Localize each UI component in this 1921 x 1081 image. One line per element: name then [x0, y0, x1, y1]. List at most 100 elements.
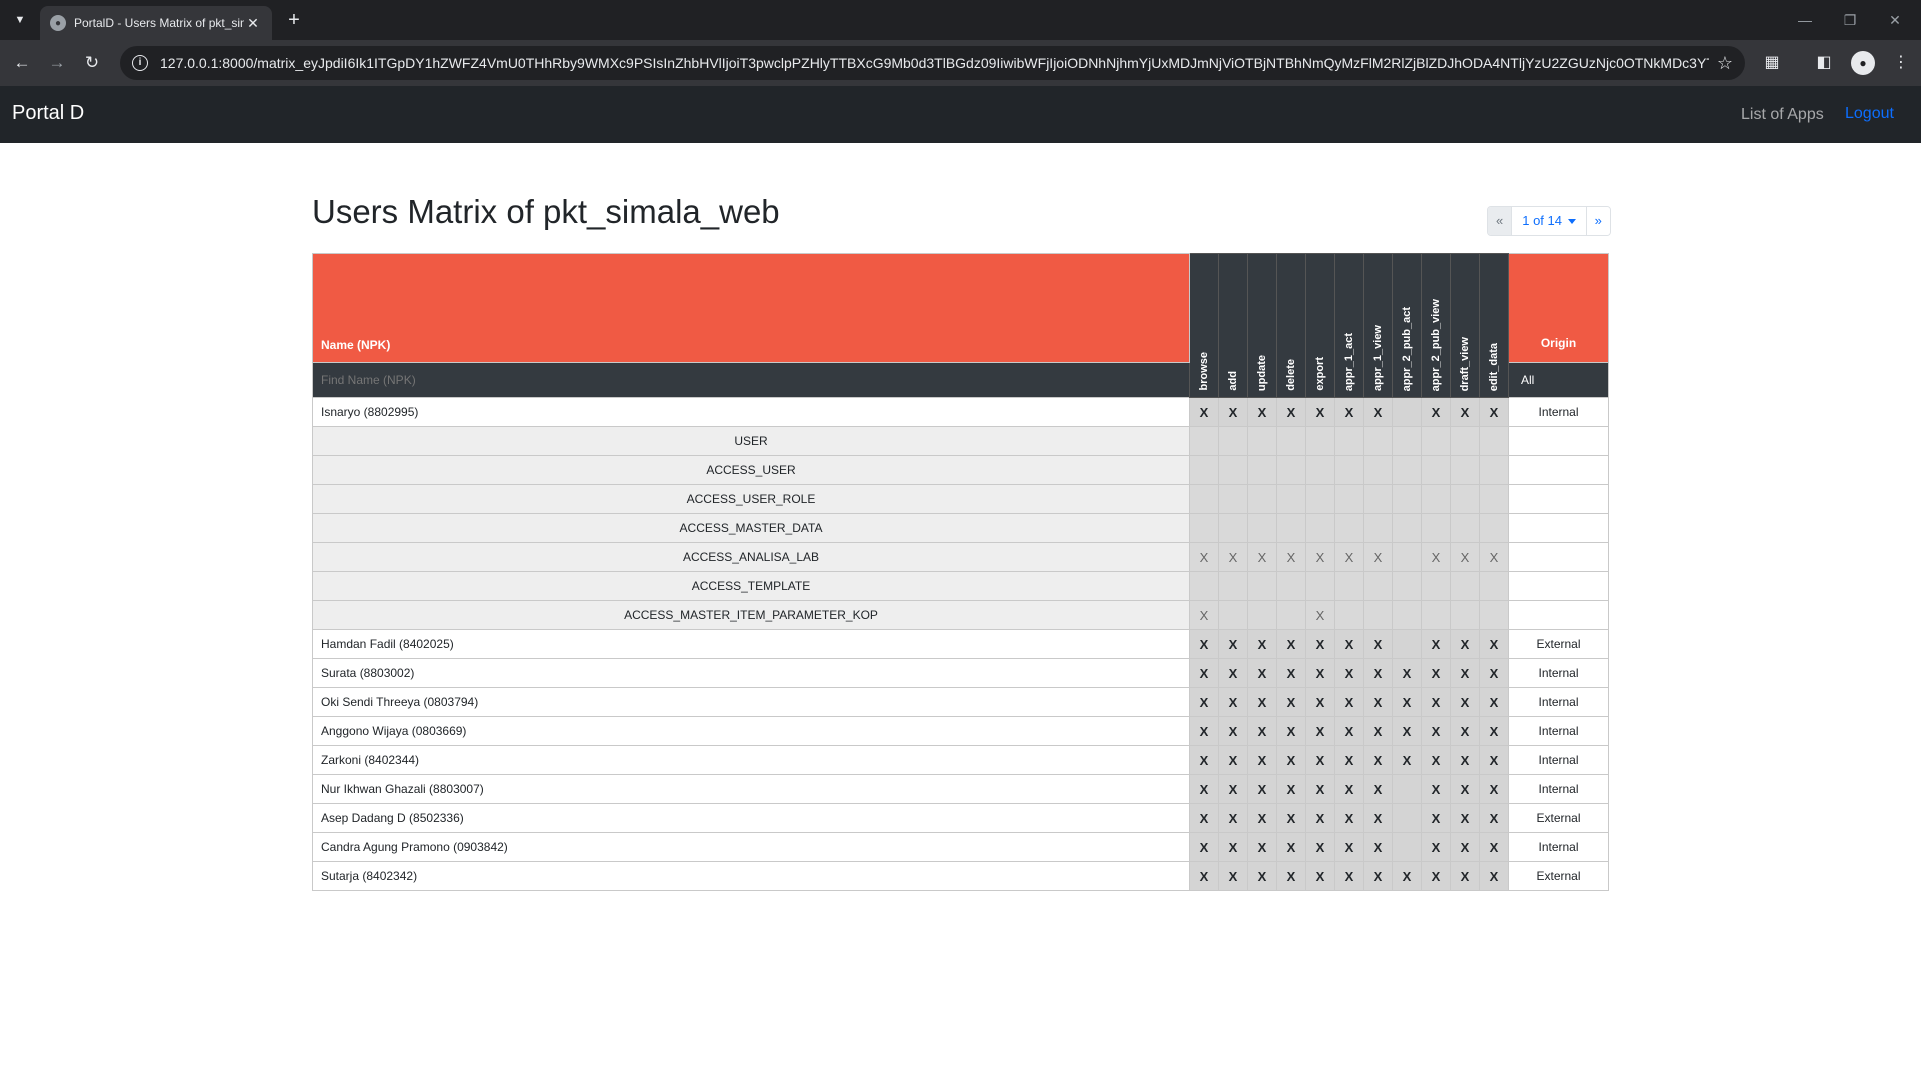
perm-header-label: appr_2_pub_act [1401, 306, 1413, 391]
permission-cell-delete [1276, 571, 1306, 601]
permission-cell-edit-data [1479, 571, 1509, 601]
permission-cell-appr-2-pub-act [1392, 629, 1422, 659]
permission-cell-add: X [1218, 716, 1248, 746]
origin-cell: Internal [1508, 774, 1609, 804]
permission-cell-appr-1-view [1363, 455, 1393, 485]
permission-cell-appr-2-pub-act [1392, 774, 1422, 804]
address-bar[interactable]: i 127.0.0.1:8000/matrix_eyJpdiI6Ik1ITGpD… [120, 46, 1745, 80]
user-row: Isnaryo (8802995) X X X X X X X X X X Internal [312, 397, 1609, 427]
user-name-cell[interactable]: Isnaryo (8802995) [312, 397, 1190, 427]
user-name-cell[interactable]: Sutarja (8402342) [312, 861, 1190, 891]
permission-cell-browse: X [1189, 629, 1219, 659]
origin-cell: Internal [1508, 745, 1609, 775]
permission-cell-appr-1-view: X [1363, 687, 1393, 717]
reload-icon[interactable]: ↻ [80, 51, 104, 75]
permission-cell-delete [1276, 484, 1306, 514]
permission-cell-appr-1-view: X [1363, 861, 1393, 891]
permission-cell-update: X [1247, 658, 1277, 688]
permission-cell-draft-view [1450, 571, 1480, 601]
permission-cell-add: X [1218, 687, 1248, 717]
permission-cell-update [1247, 426, 1277, 456]
back-icon[interactable]: ← [10, 51, 34, 75]
nav-list-of-apps[interactable]: List of Apps [1741, 106, 1824, 124]
perm-header-label: export [1314, 357, 1326, 391]
extensions-icon[interactable]: ▦ [1760, 51, 1784, 75]
origin-cell: External [1508, 861, 1609, 891]
nav-logout[interactable]: Logout [1845, 105, 1894, 123]
user-name-cell[interactable]: Nur Ikhwan Ghazali (8803007) [312, 774, 1190, 804]
permission-cell-appr-1-view: X [1363, 658, 1393, 688]
permission-cell-draft-view: X [1450, 774, 1480, 804]
side-panel-icon[interactable]: ◧ [1812, 51, 1836, 75]
permission-cell-browse [1189, 571, 1219, 601]
permission-cell-appr-2-pub-view: X [1421, 745, 1451, 775]
user-name-cell[interactable]: Surata (8803002) [312, 658, 1190, 688]
permission-cell-delete [1276, 600, 1306, 630]
tab-search-icon[interactable]: ▼ [8, 8, 32, 32]
user-name-cell[interactable]: Oki Sendi Threeya (0803794) [312, 687, 1190, 717]
origin-cell: Internal [1508, 832, 1609, 862]
permission-cell-add: X [1218, 629, 1248, 659]
permission-cell-draft-view [1450, 513, 1480, 543]
browser-tab[interactable]: ● PortalD - Users Matrix of pkt_simala_w… [40, 6, 272, 40]
role-row: ACCESS_USER_ROLE [312, 484, 1609, 514]
user-name-cell[interactable]: Anggono Wijaya (0803669) [312, 716, 1190, 746]
perm-header-export: export [1305, 253, 1335, 398]
permission-cell-browse [1189, 513, 1219, 543]
permission-cell-browse: X [1189, 600, 1219, 630]
permission-cell-draft-view: X [1450, 803, 1480, 833]
permission-cell-delete: X [1276, 716, 1306, 746]
user-row: Asep Dadang D (8502336) X X X X X X X X X X Externa… [312, 803, 1609, 833]
permission-cell-appr-2-pub-view [1421, 600, 1451, 630]
new-tab-icon[interactable]: + [282, 8, 306, 32]
user-name-cell[interactable]: Zarkoni (8402344) [312, 745, 1190, 775]
permission-cell-update: X [1247, 629, 1277, 659]
permission-cell-export: X [1305, 745, 1335, 775]
permission-cell-appr-2-pub-view [1421, 455, 1451, 485]
permission-cell-draft-view: X [1450, 397, 1480, 427]
restore-icon[interactable]: ❐ [1830, 8, 1870, 32]
permission-cell-export [1305, 513, 1335, 543]
user-row: Anggono Wijaya (0803669) X X X X X X X X X X X Inter… [312, 716, 1609, 746]
perm-header-label: appr_1_act [1343, 332, 1355, 391]
permission-cell-appr-2-pub-view [1421, 571, 1451, 601]
perm-header-update: update [1247, 253, 1277, 398]
user-name-cell[interactable]: Asep Dadang D (8502336) [312, 803, 1190, 833]
perm-header-appr-2-pub-view: appr_2_pub_view [1421, 253, 1451, 398]
user-name-cell[interactable]: Candra Agung Pramono (0903842) [312, 832, 1190, 862]
pager-next-button[interactable]: » [1586, 207, 1610, 235]
permission-cell-draft-view: X [1450, 629, 1480, 659]
permission-cell-browse: X [1189, 803, 1219, 833]
bookmark-star-icon[interactable]: ☆ [1717, 53, 1733, 74]
permission-cell-appr-2-pub-view: X [1421, 774, 1451, 804]
brand-logo[interactable]: Portal D [12, 102, 84, 125]
close-tab-icon[interactable]: ✕ [244, 15, 262, 32]
site-info-icon[interactable]: i [132, 55, 148, 71]
permission-cell-export [1305, 571, 1335, 601]
profile-avatar-icon[interactable]: ● [1851, 51, 1875, 75]
permission-cell-draft-view: X [1450, 745, 1480, 775]
permission-cell-add [1218, 600, 1248, 630]
close-window-icon[interactable]: ✕ [1875, 8, 1915, 32]
permission-cell-appr-1-act [1334, 455, 1364, 485]
permission-cell-appr-1-view [1363, 426, 1393, 456]
permission-cell-appr-1-view: X [1363, 716, 1393, 746]
pager-page-dropdown[interactable]: 1 of 14 [1512, 207, 1587, 235]
permission-cell-update: X [1247, 716, 1277, 746]
permission-cell-edit-data [1479, 426, 1509, 456]
user-name-cell[interactable]: Hamdan Fadil (8402025) [312, 629, 1190, 659]
minimize-icon[interactable]: — [1785, 8, 1825, 32]
find-name-input[interactable] [321, 373, 1181, 387]
origin-filter-select[interactable]: All [1508, 362, 1609, 398]
perm-header-label: edit_data [1488, 342, 1500, 391]
role-row: ACCESS_TEMPLATE [312, 571, 1609, 601]
permission-cell-draft-view: X [1450, 832, 1480, 862]
browser-menu-icon[interactable]: ⋮ [1889, 51, 1913, 75]
pager-prev-button[interactable]: « [1488, 207, 1513, 235]
url-text[interactable]: 127.0.0.1:8000/matrix_eyJpdiI6Ik1ITGpDY1… [160, 55, 1709, 71]
forward-icon[interactable]: → [45, 51, 69, 75]
permission-cell-update [1247, 484, 1277, 514]
permission-cell-edit-data: X [1479, 803, 1509, 833]
permission-cell-update: X [1247, 832, 1277, 862]
permission-cell-appr-2-pub-act [1392, 832, 1422, 862]
